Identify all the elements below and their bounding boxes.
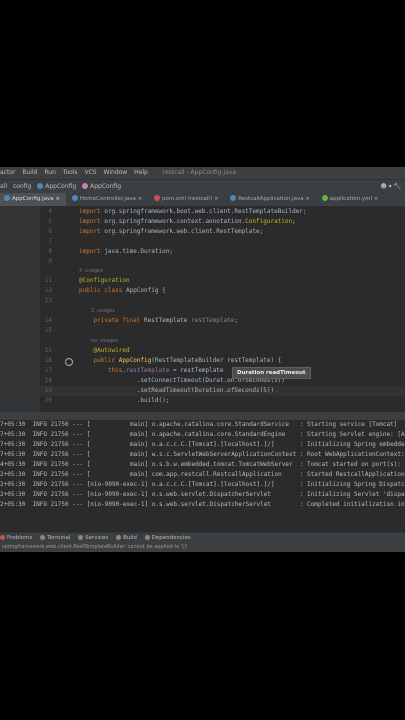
ide-window: actor Build Run Tools VCS Window Help re… [0,167,405,552]
java-file-icon [230,195,237,201]
tab-restcallapplication[interactable]: RestcallApplication.java × [226,193,316,206]
tab-application-yml[interactable]: application.yml × [318,193,385,206]
bean-gutter-icon[interactable] [65,358,73,366]
java-file-icon [4,195,10,201]
usages-hint[interactable]: 3 usages [40,266,405,276]
breadcrumb-item[interactable]: AppConfig [82,183,121,190]
project-panel-collapsed [0,206,40,412]
code-line: 15 @Autowired [44,347,130,354]
services-tab[interactable]: Services [78,535,108,541]
console-line: 2+05:30 INFO 21756 --- [nio-9090-exec-1]… [0,501,405,508]
code-line: 8 import java.time.Duration; [48,248,173,255]
tab-homecontroller[interactable]: HomeController.java × [68,193,148,206]
code-line: 4 import org.springframework.boot.web.cli… [48,208,307,215]
maven-icon [153,195,160,201]
terminal-tab[interactable]: Terminal [40,535,70,541]
menu-window[interactable]: Window [104,169,128,176]
menu-refactor[interactable]: actor [0,169,15,176]
breadcrumb-item[interactable]: config [13,183,31,190]
parameter-hint-tooltip: Duration readTimeout [232,367,311,379]
breadcrumb: all config AppConfig AppConfig ☻ ▾ 🔨 [0,179,405,194]
code-line: 6 import org.springframework.web.client.R… [48,228,264,235]
usages-hint[interactable]: no usages [40,336,405,346]
tab-appconfig[interactable]: AppConfig.java × [0,193,67,206]
editor-tabs: AppConfig.java × HomeController.java × p… [0,193,405,207]
window-title: restcall - AppConfig.java [162,169,236,176]
dependencies-tab[interactable]: Dependencies [144,535,191,541]
dependencies-icon [144,535,150,540]
code-line: 20 .build(); [44,397,170,404]
code-line: 5 import org.springframework.context.anno… [48,218,296,225]
menu-help[interactable]: Help [134,169,148,176]
build-icon [116,535,122,540]
menu-run[interactable]: Run [44,169,56,176]
code-line: 16 public AppConfig(RestTemplateBuilder … [44,357,282,364]
method-icon [82,183,89,189]
code-line: 12 public class AppConfig { [44,287,166,294]
console-line: 2+05:30 INFO 21756 --- [nio-9090-exec-1]… [0,481,405,488]
java-file-icon [71,195,78,201]
run-toolbar[interactable]: ☻ ▾ 🔨 [380,180,401,194]
status-bar-message: springframework.web.client.RestTemplateB… [0,543,405,552]
code-line: 14 private final RestTemplate restTempla… [44,317,238,324]
build-tab[interactable]: Build [116,535,137,541]
menu-tools[interactable]: Tools [63,169,78,176]
code-line: 13 [44,297,52,304]
console-line: 7+05:30 INFO 21756 --- [ main] w.s.c.Ser… [0,451,405,458]
console-line: 2+05:30 INFO 21756 --- [ main] com.app.r… [0,471,405,478]
breadcrumb-item[interactable]: all [0,183,7,190]
problems-icon [0,535,5,540]
code-line: 7 [48,238,52,245]
console-line: 2+05:30 INFO 21756 --- [nio-9090-exec-1]… [0,491,405,498]
yaml-file-icon [321,195,328,201]
console-line: 4+05:30 INFO 21756 --- [ main] o.s.b.w.e… [0,461,405,468]
run-console[interactable]: 7+05:30 INFO 21756 --- [ main] o.apache.… [0,420,405,528]
console-header [0,412,405,420]
code-line: 18 .setConnectTimeout(Durat.on.ofSeconds… [44,377,285,384]
console-line: 7+05:30 INFO 21756 --- [ main] o.apache.… [0,421,398,428]
menu-bar: actor Build Run Tools VCS Window Help re… [0,167,405,179]
services-icon [78,535,84,540]
console-line: 7+05:30 INFO 21756 --- [ main] o.apache.… [0,431,405,438]
terminal-icon [40,535,46,540]
code-line: 15 [44,327,52,334]
code-editor[interactable]: 4 import org.springframework.boot.web.cli… [40,206,405,412]
problems-tab[interactable]: Problems [0,535,32,541]
code-line-current: 19 .setReadTimeout(Duration.ofSeconds(5)… [40,386,405,396]
breadcrumb-item[interactable]: AppConfig [37,183,76,190]
tab-pom[interactable]: pom.xml (restcall) × [150,193,225,206]
menu-vcs[interactable]: VCS [85,169,97,176]
code-line: 17 this.restTemplate = restTemplate [44,367,224,374]
menu-build[interactable]: Build [22,169,37,176]
code-line: 11 @Configuration [44,277,130,284]
class-icon [37,183,44,189]
console-line: 7+05:30 INFO 21756 --- [ main] o.a.c.c.C… [0,441,405,448]
usages-hint[interactable]: 2 usages [40,306,405,316]
